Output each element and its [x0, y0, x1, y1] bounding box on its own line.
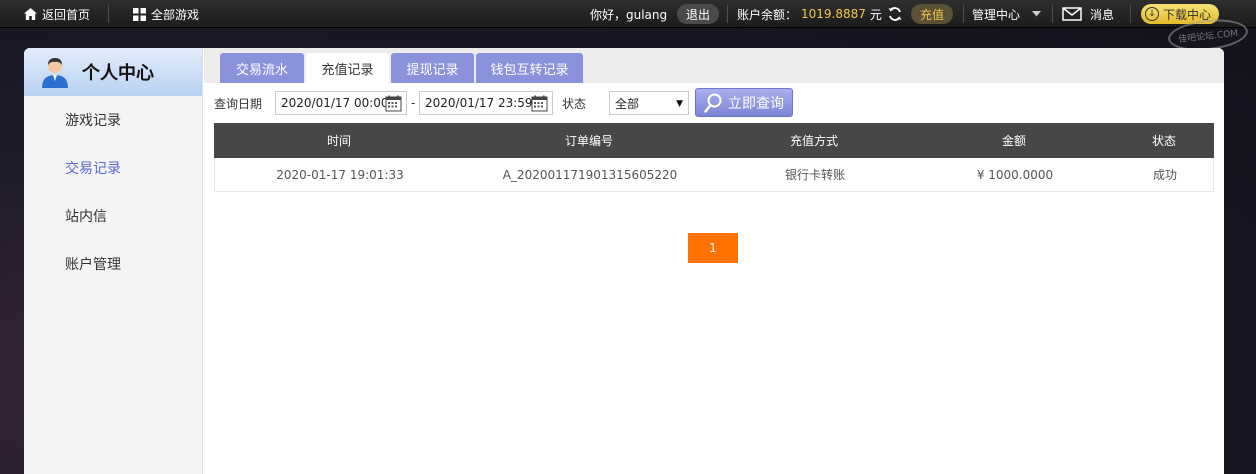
- column-header: 状态: [1151, 134, 1176, 148]
- refresh-button[interactable]: [887, 0, 903, 28]
- filter-bar: 查询日期 2020/01/17 00:00 - 2020/01/17 23:59: [204, 88, 1214, 118]
- tab-recharge-records[interactable]: 充值记录: [306, 53, 389, 83]
- logout-button[interactable]: 退出: [677, 4, 720, 24]
- greeting: 你好，gulang: [590, 7, 668, 22]
- calendar-icon[interactable]: [531, 95, 548, 112]
- refresh-icon: [888, 7, 902, 21]
- query-label: 立即查询: [728, 95, 784, 112]
- home-icon: [24, 8, 37, 20]
- status-select-value: 全部: [615, 96, 640, 111]
- balance-value: 1019.8887: [801, 7, 866, 21]
- status-select[interactable]: 全部 ▼: [609, 91, 689, 115]
- column-header: 金额: [1001, 134, 1026, 148]
- home-link[interactable]: 返回首页: [24, 0, 90, 28]
- sidebar-header: 个人中心: [24, 48, 202, 96]
- sidebar-title: 个人中心: [82, 63, 154, 84]
- query-button[interactable]: 立即查询: [695, 88, 793, 117]
- search-icon: [704, 93, 722, 113]
- all-games-label: 全部游戏: [151, 7, 200, 22]
- pagination-page-1[interactable]: 1: [688, 233, 738, 263]
- table-cell: ¥ 1000.0000: [976, 167, 1054, 182]
- end-date-input[interactable]: 2020/01/17 23:59: [419, 91, 553, 115]
- sidebar-item-inbox[interactable]: 站内信: [24, 192, 202, 240]
- home-label: 返回首页: [42, 7, 91, 22]
- column-header: 订单编号: [564, 134, 613, 148]
- chevron-down-icon: [1032, 11, 1042, 17]
- download-icon: ↓: [1145, 7, 1159, 21]
- table-cell: A_202001171901315605220: [502, 167, 678, 182]
- column-header: 充值方式: [789, 134, 838, 148]
- table-row: 2020-01-17 19:01:33 A_202001171901315605…: [214, 158, 1214, 192]
- main-panel: 个人中心 游戏记录 交易记录 站内信 账户管理 交易流水 充值记录 提现记录 钱…: [24, 48, 1224, 474]
- sidebar-item-account-management[interactable]: 账户管理: [24, 240, 202, 288]
- table-cell: 成功: [1152, 168, 1177, 182]
- calendar-icon[interactable]: [385, 95, 402, 112]
- date-range-dash: -: [411, 96, 416, 110]
- user-avatar-icon: [42, 58, 68, 88]
- sidebar-item-transaction-records[interactable]: 交易记录: [24, 144, 202, 192]
- message-link[interactable]: 消息: [1062, 0, 1114, 28]
- table-cell: 银行卡转账: [784, 168, 845, 182]
- column-header: 时间: [326, 134, 351, 148]
- start-date-input[interactable]: 2020/01/17 00:00: [275, 91, 407, 115]
- sidebar-item-game-records[interactable]: 游戏记录: [24, 96, 202, 144]
- message-label: 消息: [1090, 7, 1115, 22]
- end-date-value: 2020/01/17 23:59: [425, 96, 533, 110]
- grid-icon: [133, 7, 146, 21]
- table-header: 时间 订单编号 充值方式 金额 状态: [214, 123, 1214, 158]
- divider: [108, 5, 109, 23]
- top-bar: 返回首页 全部游戏 你好，gulang 退出 账户余额： 1019.8887 元…: [0, 0, 1256, 28]
- tab-transaction-flow[interactable]: 交易流水: [220, 53, 304, 83]
- date-label: 查询日期: [214, 96, 263, 111]
- manage-label: 管理中心: [972, 7, 1021, 22]
- dropdown-arrow-icon: ▼: [676, 99, 683, 109]
- content-area: 交易流水 充值记录 提现记录 钱包互转记录 查询日期 2020/01/17 00…: [204, 48, 1224, 474]
- recharge-button[interactable]: 充值: [911, 4, 954, 24]
- tab-withdraw-records[interactable]: 提现记录: [391, 53, 474, 83]
- tab-bar: 交易流水 充值记录 提现记录 钱包互转记录: [204, 48, 1224, 83]
- balance-unit: 元: [869, 7, 882, 22]
- balance-label: 账户余额：: [737, 7, 798, 22]
- divider: [1130, 5, 1131, 23]
- balance: 账户余额： 1019.8887 元: [737, 0, 882, 28]
- manage-menu[interactable]: 管理中心: [972, 0, 1042, 28]
- all-games-link[interactable]: 全部游戏: [133, 0, 199, 28]
- status-label: 状态: [562, 96, 587, 111]
- tab-wallet-transfer-records[interactable]: 钱包互转记录: [476, 53, 583, 83]
- table-cell: 2020-01-17 19:01:33: [276, 167, 404, 182]
- divider: [1052, 5, 1053, 23]
- mail-icon: [1062, 7, 1082, 21]
- start-date-value: 2020/01/17 00:00: [281, 96, 389, 110]
- divider: [727, 5, 728, 23]
- sidebar: 个人中心 游戏记录 交易记录 站内信 账户管理: [24, 48, 203, 474]
- recharge-table: 时间 订单编号 充值方式 金额 状态 2020-01-17 19:01:33 A…: [214, 123, 1214, 192]
- divider: [963, 5, 964, 23]
